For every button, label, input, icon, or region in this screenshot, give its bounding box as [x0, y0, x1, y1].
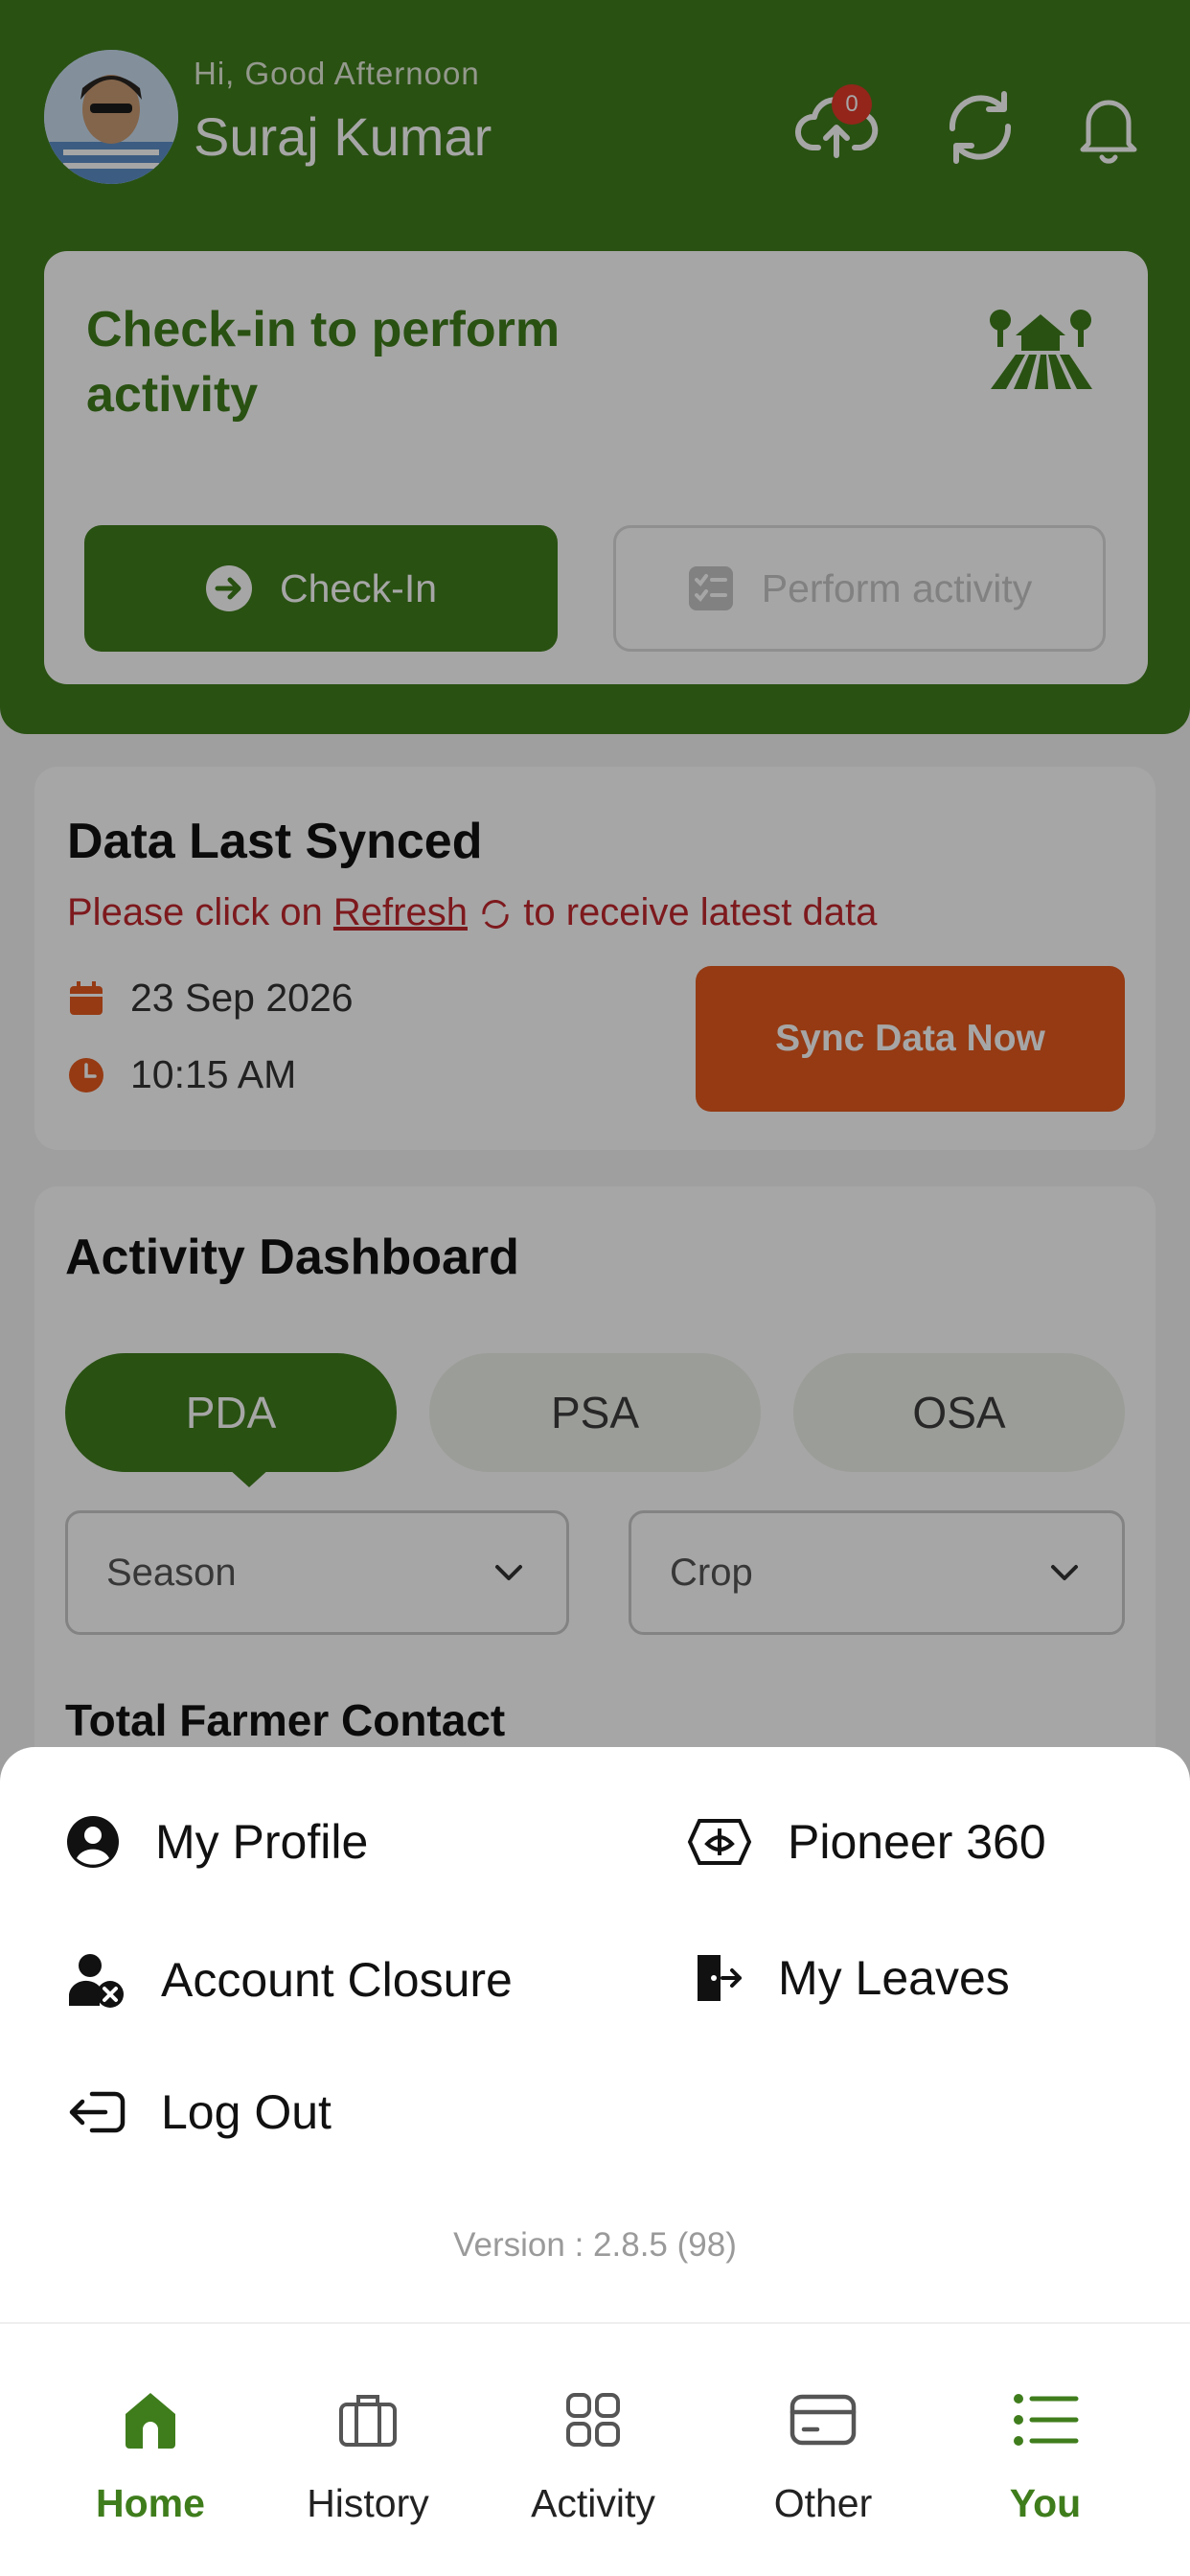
nav-activity[interactable]: Activity [478, 2324, 708, 2576]
nav-label: You [1009, 2481, 1082, 2525]
menu-item-pioneer-360[interactable]: Pioneer 360 [686, 1814, 1046, 1870]
pioneer-logo-icon [687, 1819, 752, 1865]
menu-item-log-out[interactable]: Log Out [67, 2084, 332, 2140]
menu-item-label: My Leaves [778, 1951, 1010, 2005]
user-remove-icon [69, 1954, 124, 2008]
nav-history[interactable]: History [253, 2324, 483, 2576]
menu-item-label: My Profile [155, 1815, 369, 1869]
leave-exit-icon [698, 1955, 742, 2001]
nav-home[interactable]: Home [35, 2324, 265, 2576]
logout-icon [69, 2091, 126, 2133]
app-version: Version : 2.8.5 (98) [453, 2226, 737, 2264]
list-icon [1014, 2394, 1079, 2446]
menu-item-label: Pioneer 360 [788, 1815, 1046, 1869]
bottom-navigation: Home History Activity Other You [0, 2322, 1190, 2576]
profile-menu-sheet: My Profile Pioneer 360 Account Closure M… [0, 1747, 1190, 2322]
user-circle-icon [67, 1816, 119, 1868]
menu-item-label: Log Out [161, 2085, 332, 2139]
home-icon [126, 2393, 175, 2449]
nav-you[interactable]: You [930, 2324, 1160, 2576]
menu-item-my-profile[interactable]: My Profile [65, 1814, 368, 1870]
menu-item-label: Account Closure [161, 1953, 513, 2007]
grid-icon [566, 2393, 620, 2447]
card-icon [790, 2394, 857, 2446]
menu-item-my-leaves[interactable]: My Leaves [694, 1950, 1010, 2006]
briefcase-icon [339, 2395, 397, 2447]
menu-item-account-closure[interactable]: Account Closure [67, 1950, 513, 2010]
nav-label: Home [96, 2481, 205, 2525]
nav-other[interactable]: Other [708, 2324, 938, 2576]
nav-label: History [307, 2481, 429, 2525]
nav-label: Other [773, 2481, 873, 2525]
nav-label: Activity [531, 2481, 655, 2525]
